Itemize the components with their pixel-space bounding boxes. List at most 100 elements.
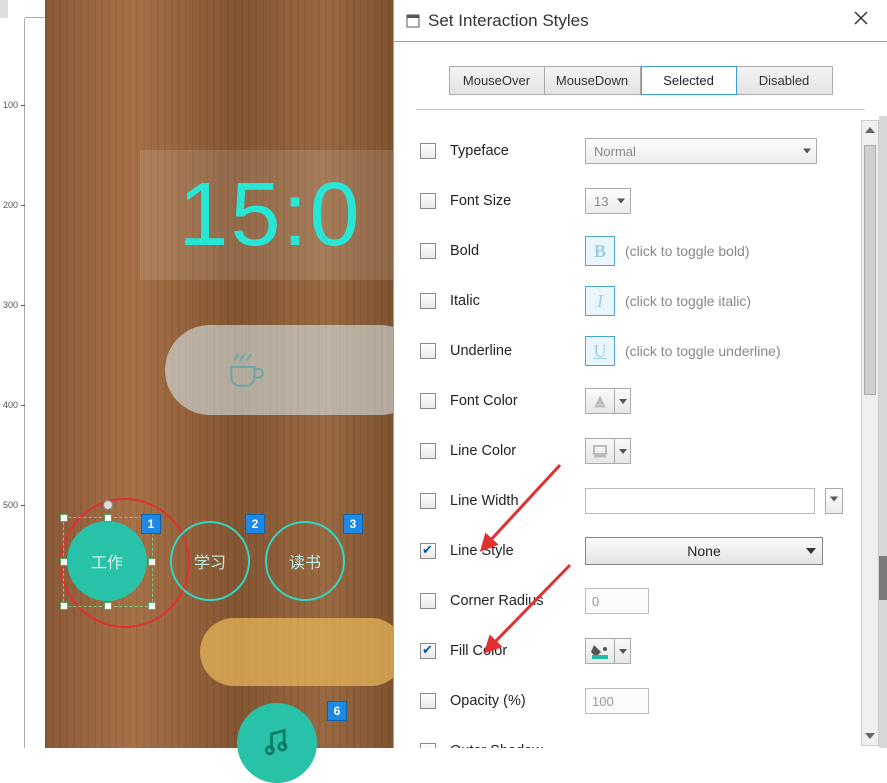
category-circle-read[interactable]: 读书 — [265, 521, 345, 601]
label-underline: Underline — [450, 343, 585, 359]
clock-text: 15:0 — [178, 164, 361, 267]
checkbox-cornerradius[interactable] — [420, 593, 436, 609]
resize-handle[interactable] — [104, 514, 112, 522]
label-opacity: Opacity (%) — [450, 693, 585, 709]
scroll-down-button[interactable] — [862, 727, 878, 745]
resize-handle[interactable] — [60, 558, 68, 566]
row-fillcolor: Fill Color — [420, 626, 851, 676]
label-linecolor: Line Color — [450, 443, 585, 459]
dropdown-typeface[interactable]: Normal — [585, 138, 817, 164]
toggle-italic[interactable]: I — [585, 286, 615, 316]
hint-bold: (click to toggle bold) — [625, 243, 750, 259]
label-linestyle: Line Style — [450, 543, 585, 559]
footnote-badge[interactable]: 6 — [327, 701, 347, 721]
checkbox-outershadow[interactable] — [420, 743, 436, 748]
hint-underline: (click to toggle underline) — [625, 343, 781, 359]
ruler-v-tick: 300 — [3, 300, 18, 310]
row-bold: Bold B (click to toggle bold) — [420, 226, 851, 276]
resize-handle[interactable] — [104, 602, 112, 610]
checkbox-opacity[interactable] — [420, 693, 436, 709]
ruler-v-tick: 100 — [3, 100, 18, 110]
scrollbar[interactable] — [861, 120, 879, 746]
dialog-icon — [406, 14, 420, 28]
label-fontsize: Font Size — [450, 193, 585, 209]
row-cornerradius: Corner Radius 0 — [420, 576, 851, 626]
label-linewidth: Line Width — [450, 493, 585, 509]
label-typeface: Typeface — [450, 143, 585, 159]
hint-italic: (click to toggle italic) — [625, 293, 751, 309]
fontcolor-picker[interactable] — [585, 388, 631, 414]
edge-grabber[interactable] — [879, 556, 887, 600]
row-linestyle: Line Style None — [420, 526, 851, 576]
edge-strip — [879, 116, 887, 748]
close-button[interactable] — [853, 10, 873, 30]
checkbox-linecolor[interactable] — [420, 443, 436, 459]
row-underline: Underline U (click to toggle underline) — [420, 326, 851, 376]
tab-selected[interactable]: Selected — [641, 66, 737, 95]
checkbox-fillcolor[interactable] — [420, 643, 436, 659]
break-pill[interactable] — [165, 325, 425, 415]
resize-handle[interactable] — [60, 602, 68, 610]
footnote-badge[interactable]: 2 — [245, 514, 265, 534]
clock-panel[interactable]: 15:0 — [140, 150, 400, 280]
checkbox-fontsize[interactable] — [420, 193, 436, 209]
rotate-handle[interactable] — [103, 500, 113, 510]
label-fillcolor: Fill Color — [450, 643, 585, 659]
footnote-badge[interactable]: 3 — [343, 514, 363, 534]
row-typeface: Typeface Normal — [420, 126, 851, 176]
category-label: 学习 — [194, 549, 226, 573]
row-fontsize: Font Size 13 — [420, 176, 851, 226]
tab-mouseover[interactable]: MouseOver — [449, 66, 545, 95]
checkbox-underline[interactable] — [420, 343, 436, 359]
ruler-v-tick: 500 — [3, 500, 18, 510]
scroll-thumb[interactable] — [864, 145, 876, 395]
input-opacity[interactable]: 100 — [585, 688, 649, 714]
category-circle-study[interactable]: 学习 — [170, 521, 250, 601]
label-bold: Bold — [450, 243, 585, 259]
resize-handle[interactable] — [148, 602, 156, 610]
interaction-styles-dialog: Set Interaction Styles MouseOver MouseDo… — [393, 0, 887, 748]
dropdown-fontsize[interactable]: 13 — [585, 188, 631, 214]
label-outershadow: Outer Shadow — [450, 743, 585, 748]
tab-disabled[interactable]: Disabled — [737, 66, 833, 95]
input-cornerradius[interactable]: 0 — [585, 588, 649, 614]
dropdown-linestyle[interactable]: None — [585, 537, 823, 565]
row-linewidth: Line Width — [420, 476, 851, 526]
toggle-bold[interactable]: B — [585, 236, 615, 266]
row-opacity: Opacity (%) 100 — [420, 676, 851, 726]
artboard[interactable]: 15:0 工作 学习 读书 1 2 3 6 — [45, 0, 395, 748]
dialog-title: Set Interaction Styles — [428, 11, 589, 31]
footnote-badge[interactable]: 1 — [141, 514, 161, 534]
ruler-v-tick: 200 — [3, 200, 18, 210]
row-italic: Italic I (click to toggle italic) — [420, 276, 851, 326]
label-cornerradius: Corner Radius — [450, 593, 585, 609]
dialog-titlebar[interactable]: Set Interaction Styles — [394, 0, 887, 42]
category-label: 读书 — [289, 549, 321, 573]
row-fontcolor: Font Color — [420, 376, 851, 426]
checkbox-bold[interactable] — [420, 243, 436, 259]
dropdown-linewidth[interactable] — [825, 488, 843, 514]
ruler-vertical[interactable]: 100 200 300 400 500 — [0, 18, 25, 748]
scroll-up-button[interactable] — [862, 121, 878, 139]
label-italic: Italic — [450, 293, 585, 309]
checkbox-linewidth[interactable] — [420, 493, 436, 509]
fillcolor-picker[interactable] — [585, 638, 631, 664]
music-button[interactable] — [237, 703, 317, 783]
coffee-cup-icon — [225, 348, 267, 393]
gold-pill[interactable] — [200, 618, 405, 686]
properties-panel: Typeface Normal Font Size 13 Bold B (cli… — [394, 116, 859, 748]
checkbox-fontcolor[interactable] — [420, 393, 436, 409]
tab-bar: MouseOver MouseDown Selected Disabled — [394, 42, 887, 109]
label-fontcolor: Font Color — [450, 393, 585, 409]
tab-mousedown[interactable]: MouseDown — [545, 66, 641, 95]
design-canvas: 100 200 300 100 200 300 400 500 15:0 工作 … — [0, 0, 393, 748]
checkbox-italic[interactable] — [420, 293, 436, 309]
selection-box[interactable] — [63, 517, 153, 607]
linewidth-preview[interactable] — [585, 488, 815, 514]
resize-handle[interactable] — [148, 558, 156, 566]
resize-handle[interactable] — [60, 514, 68, 522]
linecolor-picker[interactable] — [585, 438, 631, 464]
checkbox-linestyle[interactable] — [420, 543, 436, 559]
checkbox-typeface[interactable] — [420, 143, 436, 159]
toggle-underline[interactable]: U — [585, 336, 615, 366]
